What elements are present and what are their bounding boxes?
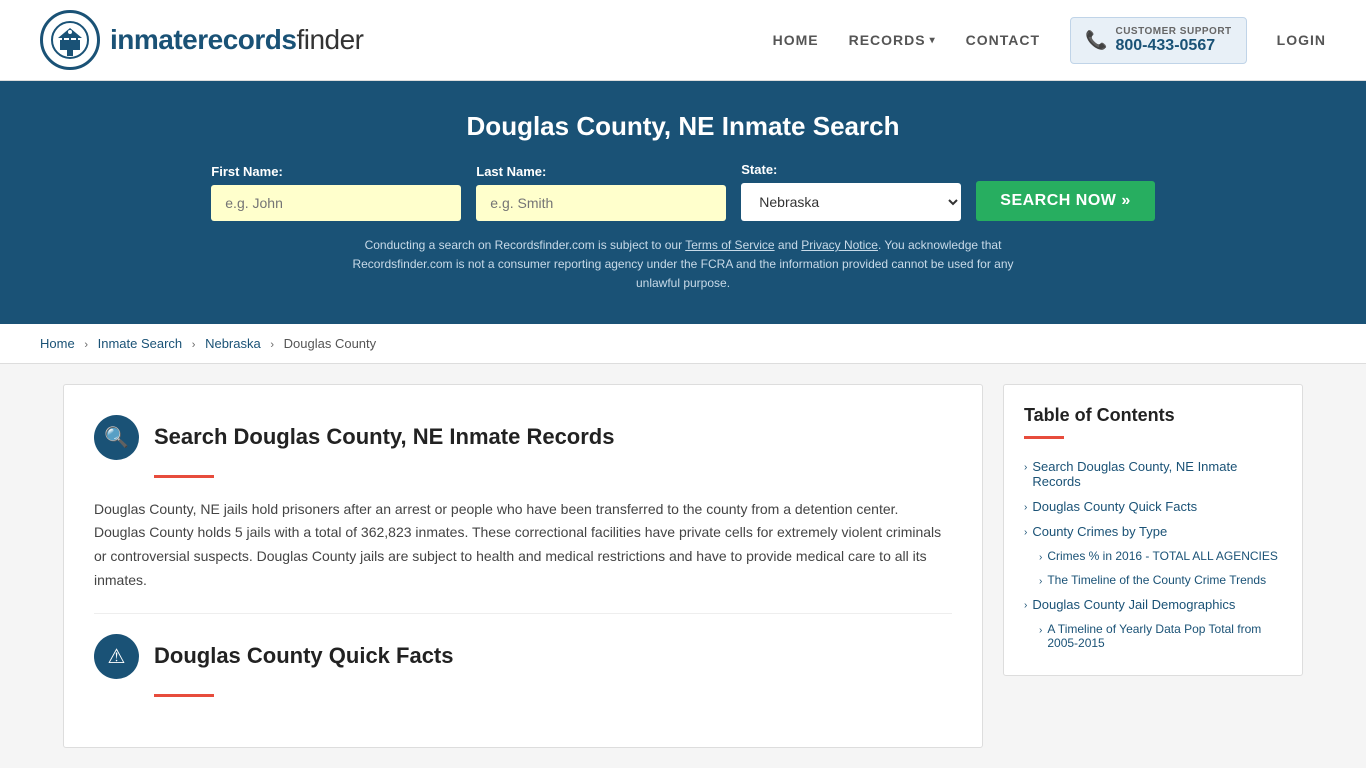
toc-item-6: › Douglas County Jail Demographics [1024, 592, 1282, 617]
breadcrumb-sep-1: › [84, 339, 88, 351]
toc-title: Table of Contents [1024, 405, 1282, 426]
support-phone: 800-433-0567 [1115, 37, 1231, 55]
breadcrumb-sep-3: › [270, 339, 274, 351]
first-name-group: First Name: [211, 164, 461, 221]
last-name-label: Last Name: [476, 164, 726, 179]
tos-link[interactable]: Terms of Service [685, 238, 774, 252]
search-now-button[interactable]: SEARCH NOW » [976, 181, 1154, 221]
breadcrumb-sep-2: › [192, 339, 196, 351]
toc-link-1[interactable]: › Search Douglas County, NE Inmate Recor… [1024, 459, 1282, 489]
quick-facts-title: Douglas County Quick Facts [154, 643, 454, 669]
nav-contact[interactable]: CONTACT [966, 32, 1040, 48]
toc-chevron-2-icon: › [1024, 502, 1027, 513]
state-group: State: Nebraska [741, 162, 961, 221]
toc-item-5: › The Timeline of the County Crime Trend… [1024, 568, 1282, 592]
first-name-input[interactable] [211, 185, 461, 221]
first-name-label: First Name: [211, 164, 461, 179]
breadcrumb-nebraska[interactable]: Nebraska [205, 336, 261, 351]
banner-title: Douglas County, NE Inmate Search [40, 111, 1326, 142]
search-disclaimer: Conducting a search on Recordsfinder.com… [333, 236, 1033, 294]
quick-facts-divider [154, 694, 214, 697]
nav-login[interactable]: LOGIN [1277, 32, 1326, 48]
toc-chevron-6-icon: › [1024, 600, 1027, 611]
breadcrumb-home[interactable]: Home [40, 336, 75, 351]
toc-item-3: › County Crimes by Type [1024, 519, 1282, 544]
search-icon: 🔍 [104, 425, 129, 450]
search-records-section: 🔍 Search Douglas County, NE Inmate Recor… [94, 415, 952, 614]
breadcrumb: Home › Inmate Search › Nebraska › Dougla… [0, 324, 1366, 364]
records-chevron-icon: ▾ [930, 35, 936, 46]
toc-link-7[interactable]: › A Timeline of Yearly Data Pop Total fr… [1039, 622, 1282, 650]
toc-link-5[interactable]: › The Timeline of the County Crime Trend… [1039, 573, 1282, 587]
toc-link-6[interactable]: › Douglas County Jail Demographics [1024, 597, 1282, 612]
toc-chevron-5-icon: › [1039, 576, 1042, 587]
last-name-group: Last Name: [476, 164, 726, 221]
last-name-input[interactable] [476, 185, 726, 221]
toc-list: › Search Douglas County, NE Inmate Recor… [1024, 454, 1282, 655]
logo-icon [40, 10, 100, 70]
quick-facts-header: ⚠ Douglas County Quick Facts [94, 634, 952, 679]
logo-area: inmaterecordsfinder [40, 10, 364, 70]
quick-facts-icon: ⚠ [94, 634, 139, 679]
breadcrumb-inmate-search[interactable]: Inmate Search [98, 336, 183, 351]
content-area: 🔍 Search Douglas County, NE Inmate Recor… [63, 384, 983, 748]
search-section-icon: 🔍 [94, 415, 139, 460]
search-section-body: Douglas County, NE jails hold prisoners … [94, 498, 952, 593]
search-form: First Name: Last Name: State: Nebraska S… [40, 162, 1326, 221]
toc-chevron-3-icon: › [1024, 527, 1027, 538]
search-section-title: Search Douglas County, NE Inmate Records [154, 424, 614, 450]
toc-chevron-1-icon: › [1024, 462, 1027, 473]
search-section-divider [154, 475, 214, 478]
toc-item-7: › A Timeline of Yearly Data Pop Total fr… [1024, 617, 1282, 655]
sidebar: Table of Contents › Search Douglas Count… [1003, 384, 1303, 748]
logo-text: inmaterecordsfinder [110, 24, 364, 56]
toc-chevron-7-icon: › [1039, 625, 1042, 636]
customer-support-box: 📞 CUSTOMER SUPPORT 800-433-0567 [1070, 17, 1247, 64]
toc-item-1: › Search Douglas County, NE Inmate Recor… [1024, 454, 1282, 494]
main-container: 🔍 Search Douglas County, NE Inmate Recor… [43, 384, 1323, 748]
toc-item-2: › Douglas County Quick Facts [1024, 494, 1282, 519]
phone-icon: 📞 [1085, 30, 1107, 51]
search-section-header: 🔍 Search Douglas County, NE Inmate Recor… [94, 415, 952, 460]
state-select[interactable]: Nebraska [741, 183, 961, 221]
main-nav: HOME RECORDS ▾ CONTACT 📞 CUSTOMER SUPPOR… [773, 17, 1326, 64]
toc-link-2[interactable]: › Douglas County Quick Facts [1024, 499, 1282, 514]
toc-item-4: › Crimes % in 2016 - TOTAL ALL AGENCIES [1024, 544, 1282, 568]
toc-link-4[interactable]: › Crimes % in 2016 - TOTAL ALL AGENCIES [1039, 549, 1282, 563]
support-label: CUSTOMER SUPPORT [1115, 26, 1231, 37]
state-label: State: [741, 162, 961, 177]
toc-chevron-4-icon: › [1039, 552, 1042, 563]
toc-link-3[interactable]: › County Crimes by Type [1024, 524, 1282, 539]
nav-home[interactable]: HOME [773, 32, 819, 48]
toc-divider [1024, 436, 1064, 439]
privacy-link[interactable]: Privacy Notice [801, 238, 878, 252]
quick-facts-section: ⚠ Douglas County Quick Facts [94, 614, 952, 697]
site-header: inmaterecordsfinder HOME RECORDS ▾ CONTA… [0, 0, 1366, 81]
search-banner: Douglas County, NE Inmate Search First N… [0, 81, 1366, 324]
alert-icon: ⚠ [108, 644, 126, 669]
breadcrumb-current: Douglas County [284, 336, 377, 351]
toc-box: Table of Contents › Search Douglas Count… [1003, 384, 1303, 676]
nav-records[interactable]: RECORDS ▾ [849, 32, 936, 48]
